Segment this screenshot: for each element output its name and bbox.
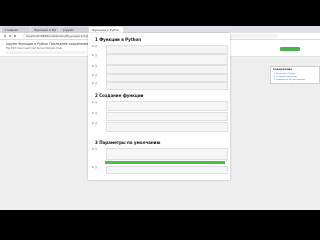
code-input[interactable]	[106, 101, 228, 111]
code-input[interactable]	[106, 74, 228, 82]
back-icon[interactable]	[4, 35, 6, 37]
cell-prompt: In [ ]:	[92, 122, 98, 125]
cell-prompt: In [ ]:	[92, 166, 98, 169]
reload-icon[interactable]	[14, 35, 16, 37]
cell-prompt: In [ ]:	[92, 45, 98, 48]
kernel-status-badge	[280, 47, 300, 51]
toc-title: Содержание	[273, 68, 293, 71]
code-input[interactable]	[106, 65, 228, 74]
section-heading: 1 Функции в Python	[95, 37, 141, 42]
code-input[interactable]	[106, 166, 228, 174]
section-heading: 3 Параметры по умолчанию	[95, 140, 160, 145]
section-number: 1	[95, 37, 98, 42]
cell-prompt: In [ ]:	[92, 112, 98, 115]
cell-prompt: In [ ]:	[92, 82, 98, 85]
toolbar[interactable]	[6, 51, 86, 54]
code-input[interactable]	[106, 122, 228, 132]
section-heading: 2 Создание функции	[95, 93, 143, 98]
forward-icon[interactable]	[9, 35, 11, 37]
letterbox-bottom	[0, 210, 320, 240]
section-number: 2	[95, 93, 98, 98]
cell-prompt: In [ ]:	[92, 148, 98, 151]
section-title: Параметры по умолчанию	[99, 140, 161, 145]
code-input[interactable]	[106, 112, 228, 121]
cell-prompt: In [ ]:	[92, 74, 98, 77]
notebook-page: 1 Функции в Python In [ ]: In [ ]: In [ …	[88, 33, 230, 180]
cell-prompt: In [ ]:	[92, 65, 98, 68]
section-title: Функции в Python	[99, 37, 142, 42]
section-title: Создание функции	[99, 93, 144, 98]
code-input[interactable]	[106, 45, 228, 54]
section-number: 3	[95, 140, 98, 145]
toc-panel: Содержание 1 Функции в Python 2 Создание…	[270, 66, 320, 84]
cell-prompt: In [ ]:	[92, 54, 98, 57]
toc-item[interactable]: 1 Функции в Python	[274, 73, 295, 75]
code-input[interactable]	[106, 148, 228, 160]
code-input[interactable]	[106, 82, 228, 90]
code-input[interactable]	[106, 54, 228, 65]
tab-bar: Главная Функции в Python Jupyter Функции…	[0, 26, 320, 33]
menu-bar[interactable]: File Edit View Insert Cell Kernel Widget…	[6, 47, 62, 50]
cell-prompt: In [ ]:	[92, 101, 98, 104]
toc-item[interactable]: 2 Создание функции	[274, 76, 297, 78]
toc-item[interactable]: 3 Параметры по умолчанию	[274, 79, 305, 81]
selected-cell-indicator[interactable]	[105, 161, 225, 164]
